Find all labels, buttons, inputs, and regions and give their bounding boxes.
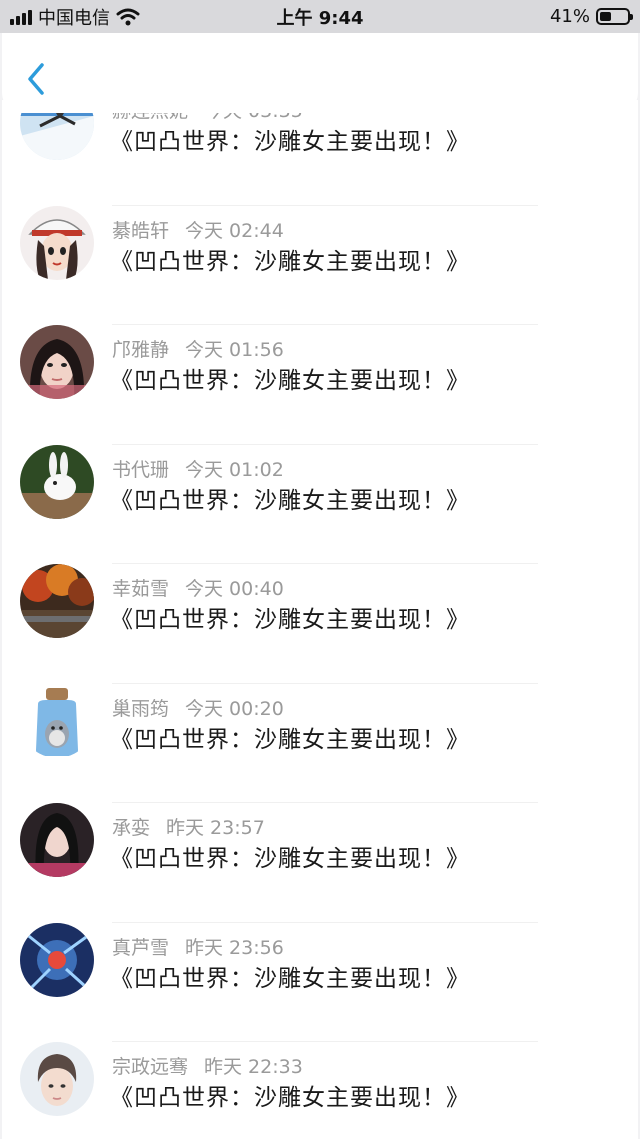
avatar[interactable] xyxy=(20,325,94,399)
name-line: 承娈 昨天 23:57 xyxy=(112,813,265,840)
clock: 上午 9:44 xyxy=(276,7,364,29)
avatar[interactable]: … xyxy=(20,803,94,877)
list-item[interactable]: 真芦雪 昨天 23:56 《凹凸世界：沙雕女主要出现！》 xyxy=(2,922,638,1042)
avatar-image xyxy=(20,444,94,519)
user-name: 宗政远骞 xyxy=(112,1056,189,1078)
back-button[interactable] xyxy=(20,57,56,101)
list-item[interactable]: … 承娈 昨天 23:57 《凹凸世界：沙雕女主要出现！》 xyxy=(2,803,638,923)
svg-text:…: … xyxy=(28,866,36,875)
name-line: 邝雅静 今天 01:56 xyxy=(112,335,284,362)
battery-percent: 41% xyxy=(549,6,590,27)
user-name: 巢雨筠 xyxy=(112,697,170,720)
message-text: 《凹凸世界：沙雕女主要出现！》 xyxy=(110,129,470,155)
list-item[interactable]: 幸茹雪 今天 00:40 《凹凸世界：沙雕女主要出现！》 xyxy=(2,564,638,684)
user-name: 书代珊 xyxy=(112,458,170,481)
message-list[interactable]: 赫连燕妮今天 03:35 《凹凸世界：沙雕女主要出现！》 綦皓轩今天 02:44… xyxy=(2,100,638,1139)
list-item[interactable]: 巢雨筠 今天 00:20 《凹凸世界：沙雕女主要出现！》 xyxy=(2,683,638,803)
battery-icon xyxy=(596,8,633,25)
avatar[interactable] xyxy=(20,922,94,997)
nav-bar xyxy=(2,33,638,113)
list-item[interactable]: 宗政远骞 昨天 22:33 《凹凸世界：沙雕女主要出现！》 xyxy=(2,1042,638,1139)
avatar-image xyxy=(20,922,94,997)
avatar[interactable] xyxy=(20,444,94,519)
name-line: 幸茹雪 今天 00:40 xyxy=(112,574,284,601)
user-name: 邝雅静 xyxy=(112,339,170,361)
timestamp: 昨天 22:33 xyxy=(204,1056,303,1078)
avatar[interactable] xyxy=(20,1042,94,1116)
avatar-image xyxy=(20,325,94,399)
message-text: 《凹凸世界：沙雕女主要出现！》 xyxy=(110,487,470,514)
timestamp: 昨天 23:57 xyxy=(166,817,265,839)
avatar-image xyxy=(20,205,94,280)
timestamp: 昨天 23:56 xyxy=(185,936,284,959)
message-text: 《凹凸世界：沙雕女主要出现！》 xyxy=(110,846,470,872)
avatar-image xyxy=(20,564,94,638)
status-bar: 中国电信 上午 9:44 41% xyxy=(0,0,640,33)
timestamp: 今天 00:20 xyxy=(185,697,284,720)
avatar-image xyxy=(20,683,94,758)
name-line: 书代珊 今天 01:02 xyxy=(112,455,284,482)
message-text: 《凹凸世界：沙雕女主要出现！》 xyxy=(110,368,470,394)
message-text: 《凹凸世界：沙雕女主要出现！》 xyxy=(110,726,470,753)
list-item[interactable]: 邝雅静 今天 01:56 《凹凸世界：沙雕女主要出现！》 xyxy=(2,325,638,445)
avatar-image: … xyxy=(20,803,94,877)
user-name: 承娈 xyxy=(112,817,151,839)
avatar[interactable] xyxy=(20,205,94,280)
avatar-image xyxy=(20,1042,94,1116)
user-name: 幸茹雪 xyxy=(112,578,170,600)
message-text: 《凹凸世界：沙雕女主要出现！》 xyxy=(110,965,470,992)
list-item[interactable]: 赫连燕妮今天 03:35 《凹凸世界：沙雕女主要出现！》 xyxy=(2,100,638,206)
timestamp: 今天 01:02 xyxy=(185,458,284,481)
status-right: 41% xyxy=(549,0,633,33)
name-line: 巢雨筠 今天 00:20 xyxy=(112,694,284,721)
list-item[interactable]: 书代珊 今天 01:02 《凹凸世界：沙雕女主要出现！》 xyxy=(2,444,638,564)
name-line: 宗政远骞 昨天 22:33 xyxy=(112,1052,303,1079)
timestamp: 今天 02:44 xyxy=(185,219,284,242)
avatar[interactable] xyxy=(20,683,94,758)
avatar[interactable] xyxy=(20,564,94,638)
message-text: 《凹凸世界：沙雕女主要出现！》 xyxy=(110,607,470,633)
chevron-left-icon xyxy=(28,63,44,95)
name-line: 真芦雪 昨天 23:56 xyxy=(112,933,284,960)
user-name: 真芦雪 xyxy=(112,936,170,959)
list-item[interactable]: 綦皓轩 今天 02:44 《凹凸世界：沙雕女主要出现！》 xyxy=(2,205,638,325)
timestamp: 今天 00:40 xyxy=(185,578,284,600)
name-line: 綦皓轩 今天 02:44 xyxy=(112,216,284,243)
message-text: 《凹凸世界：沙雕女主要出现！》 xyxy=(110,1085,470,1111)
user-name: 綦皓轩 xyxy=(112,219,170,242)
message-text: 《凹凸世界：沙雕女主要出现！》 xyxy=(110,248,470,275)
timestamp: 今天 01:56 xyxy=(185,339,284,361)
